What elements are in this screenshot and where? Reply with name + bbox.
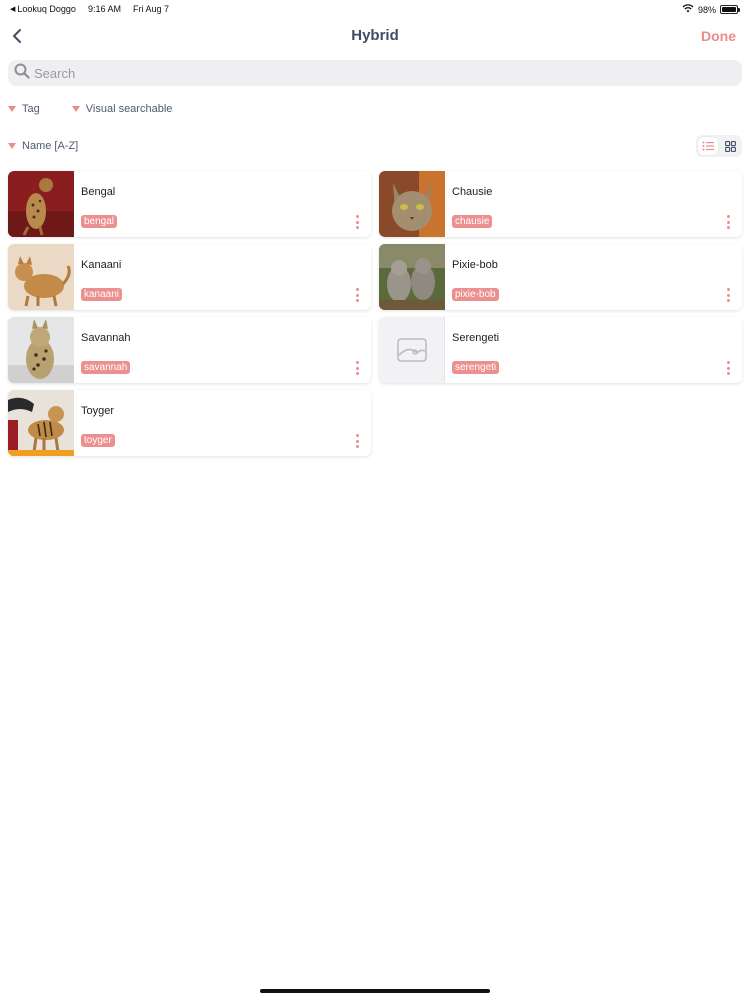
toyger-photo — [8, 390, 74, 456]
breed-tag: kanaani — [81, 288, 123, 301]
page-title: Hybrid — [351, 27, 399, 44]
breed-card-kanaani[interactable]: Kanaani kanaani — [8, 244, 371, 310]
status-date: Fri Aug 7 — [132, 4, 170, 14]
grid-view-button[interactable] — [720, 137, 740, 155]
chausie-photo — [379, 171, 445, 237]
view-mode-toggle — [696, 135, 742, 157]
breed-name: Toyger — [81, 405, 115, 417]
breed-name: Savannah — [81, 332, 131, 344]
breed-card-toyger[interactable]: Toyger toyger — [8, 390, 371, 456]
breed-tag: savannah — [81, 361, 131, 374]
breed-name: Bengal — [81, 186, 116, 198]
more-options-icon[interactable] — [722, 215, 734, 229]
status-time: 9:16 AM — [87, 4, 121, 14]
more-options-icon[interactable] — [351, 434, 363, 448]
visual-searchable-filter[interactable]: Visual searchable — [71, 103, 173, 115]
breed-card-pixie-bob[interactable]: Pixie-bob pixie-bob — [379, 244, 742, 310]
sort-row: Name [A-Z] — [8, 140, 78, 152]
breed-card-serengeti[interactable]: Serengeti serengeti — [379, 317, 742, 383]
grid-icon — [724, 140, 736, 152]
sort-label: Name [A-Z] — [22, 140, 79, 152]
tag-filter-label: Tag — [22, 103, 40, 115]
more-options-icon[interactable] — [351, 288, 363, 302]
more-options-icon[interactable] — [351, 361, 363, 375]
kanaani-photo — [8, 244, 74, 310]
list-view-button[interactable] — [698, 137, 718, 155]
dropdown-triangle-icon — [8, 143, 16, 149]
breed-name: Serengeti — [452, 332, 500, 344]
tag-filter[interactable]: Tag — [8, 103, 40, 115]
status-bar: ◀ Lookuq Doggo 9:16 AM Fri Aug 7 98% — [0, 0, 750, 18]
breed-tag: toyger — [81, 434, 115, 447]
more-options-icon[interactable] — [722, 288, 734, 302]
more-options-icon[interactable] — [722, 361, 734, 375]
wifi-icon — [682, 4, 694, 15]
battery-percent: 98% — [697, 4, 716, 15]
visual-searchable-label: Visual searchable — [85, 103, 173, 115]
back-triangle-icon: ◀ — [10, 6, 16, 13]
breed-name: Kanaani — [81, 259, 122, 271]
more-options-icon[interactable] — [351, 215, 363, 229]
done-button[interactable]: Done — [701, 28, 736, 44]
filter-row: Tag Visual searchable — [8, 103, 172, 115]
back-app-name: Lookuq Doggo — [17, 4, 76, 14]
breed-tag: chausie — [452, 215, 493, 228]
dropdown-triangle-icon — [71, 106, 80, 112]
bengal-photo — [8, 171, 74, 237]
pixie-bob-photo — [379, 244, 445, 310]
dropdown-triangle-icon — [8, 106, 16, 112]
home-indicator[interactable] — [260, 989, 490, 993]
image-placeholder-icon — [379, 317, 445, 383]
savannah-photo — [8, 317, 74, 383]
breed-card-savannah[interactable]: Savannah savannah — [8, 317, 371, 383]
breed-tag: serengeti — [452, 361, 500, 374]
breed-card-chausie[interactable]: Chausie chausie — [379, 171, 742, 237]
search-bar[interactable] — [8, 60, 742, 86]
breed-card-bengal[interactable]: Bengal bengal — [8, 171, 371, 237]
breed-name: Pixie-bob — [452, 259, 498, 271]
breed-tag: bengal — [81, 215, 118, 228]
battery-icon — [720, 5, 740, 14]
navigation-bar: Hybrid Done — [0, 20, 750, 52]
breed-name: Chausie — [452, 186, 493, 198]
list-icon — [702, 141, 714, 151]
back-to-app-link[interactable]: ◀ Lookuq Doggo — [10, 4, 76, 14]
sort-dropdown[interactable]: Name [A-Z] — [8, 140, 78, 152]
search-input[interactable] — [34, 65, 714, 81]
search-icon — [14, 63, 30, 84]
breed-tag: pixie-bob — [452, 288, 499, 301]
